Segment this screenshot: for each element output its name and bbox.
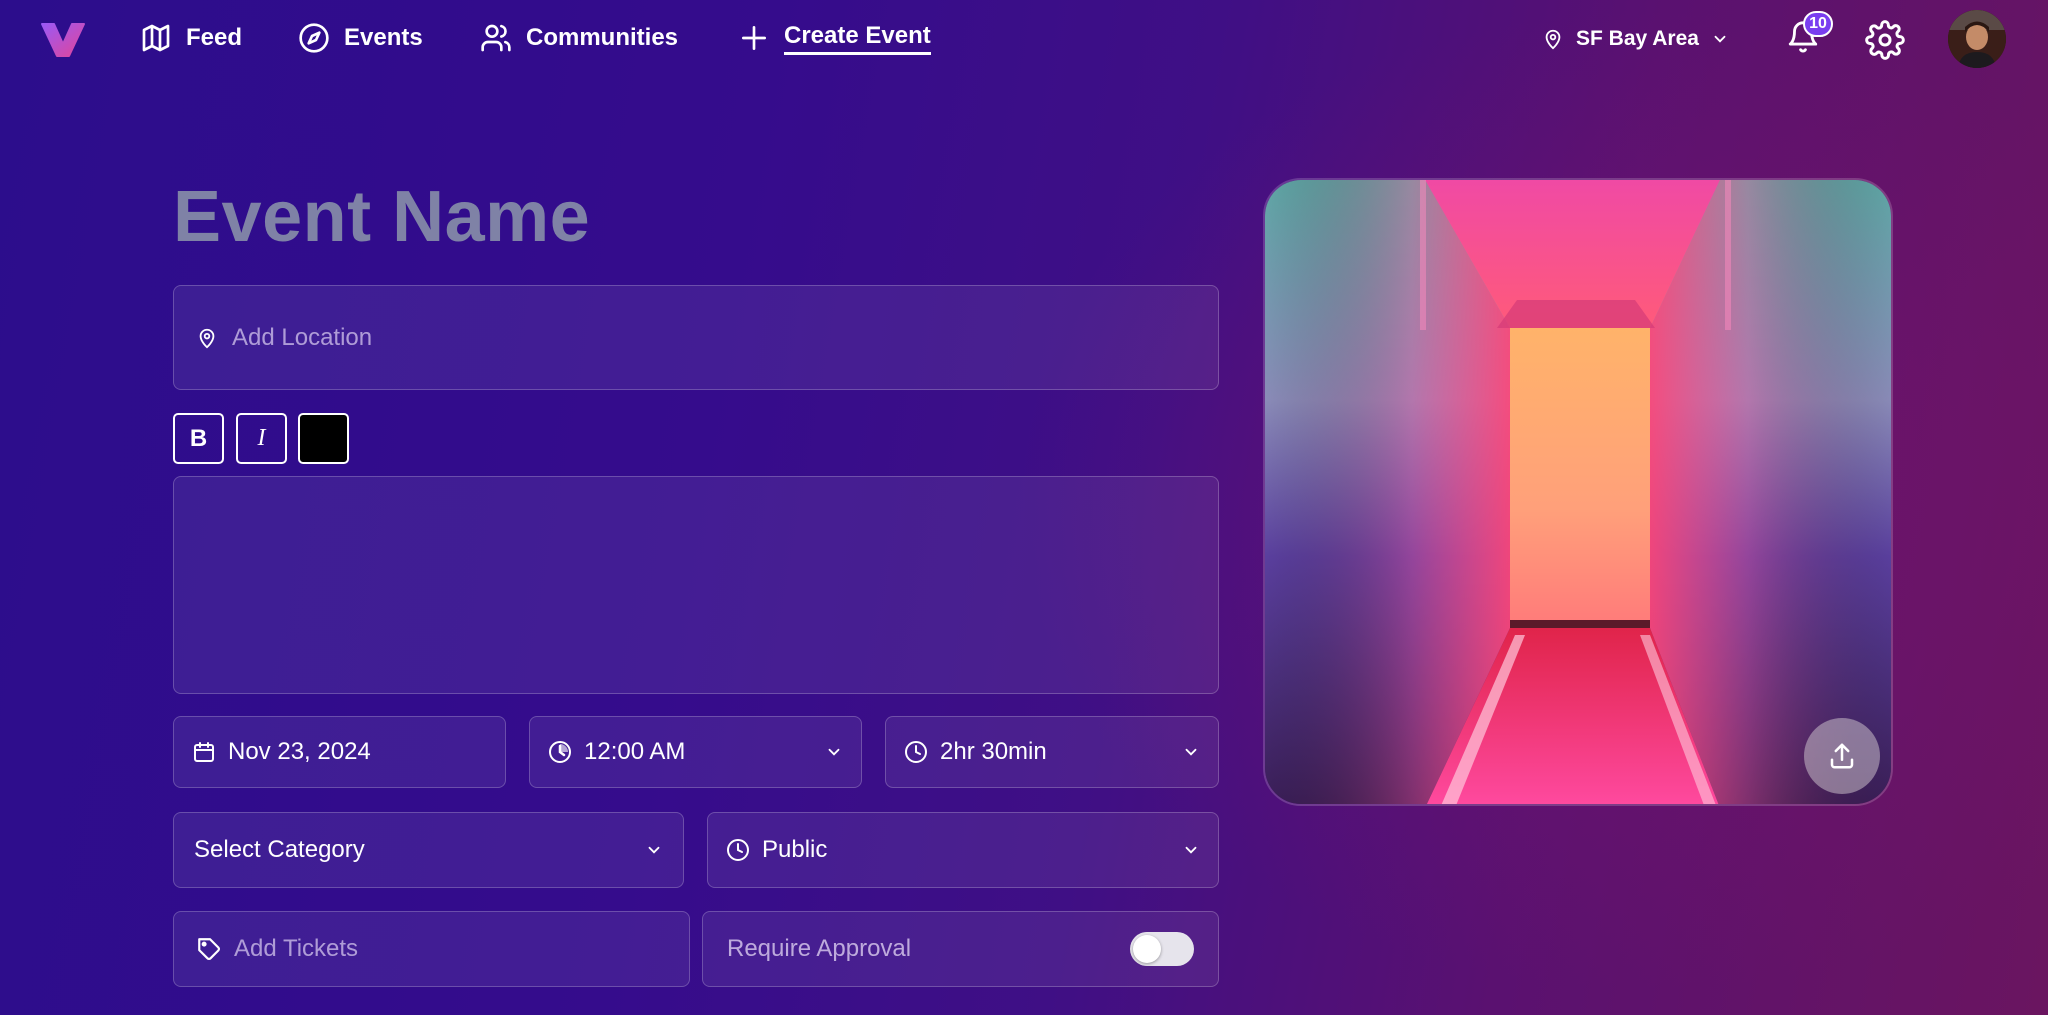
chevron-down-icon — [1185, 748, 1197, 756]
user-avatar[interactable] — [1948, 10, 2006, 68]
location-dropdown[interactable]: SF Bay Area — [1542, 24, 1729, 54]
app-logo[interactable] — [38, 20, 88, 60]
map-pin-icon — [199, 328, 215, 348]
notification-badge: 10 — [1803, 11, 1833, 37]
require-approval-toggle[interactable] — [1130, 932, 1194, 966]
nav-events-label: Events — [344, 24, 423, 51]
require-approval-label: Require Approval — [727, 935, 912, 962]
event-name-input[interactable]: Event Name — [173, 176, 590, 258]
start-time-select[interactable]: 12:00 AM — [529, 716, 862, 788]
chevron-down-icon — [1185, 846, 1197, 854]
location-input[interactable]: Add Location — [173, 285, 1219, 390]
nav-create-event-label: Create Event — [784, 22, 931, 55]
nav-feed[interactable]: Feed — [140, 20, 242, 56]
category-value: Select Category — [194, 836, 365, 863]
add-tickets-button[interactable]: Add Tickets — [173, 911, 690, 987]
compass-icon — [299, 23, 329, 53]
users-icon — [481, 24, 511, 52]
clock-icon — [905, 741, 927, 763]
clock-filled-icon — [549, 741, 571, 763]
gear-icon — [1865, 20, 1905, 60]
duration-select[interactable]: 2hr 30min — [885, 716, 1219, 788]
chevron-down-icon — [828, 748, 840, 756]
map-icon — [142, 24, 170, 52]
nav-create-event[interactable]: Create Event — [738, 20, 931, 56]
chevron-down-icon — [648, 846, 660, 854]
tag-icon — [198, 938, 220, 960]
clock-icon — [727, 839, 749, 861]
text-color-button[interactable] — [298, 413, 349, 464]
nav-communities-label: Communities — [526, 24, 679, 51]
visibility-select[interactable]: Public — [707, 812, 1219, 888]
add-tickets-label: Add Tickets — [234, 935, 359, 962]
nav-events[interactable]: Events — [298, 20, 423, 56]
duration-value: 2hr 30min — [940, 738, 1047, 765]
location-dropdown-label: SF Bay Area — [1576, 27, 1699, 50]
plus-icon — [742, 26, 766, 50]
bold-button[interactable]: B — [173, 413, 224, 464]
description-textarea[interactable] — [173, 476, 1219, 694]
map-pin-icon — [1545, 29, 1561, 50]
neon-hallway-image — [1265, 180, 1891, 804]
logo-icon — [41, 23, 85, 57]
start-time-value: 12:00 AM — [584, 738, 686, 765]
require-approval-row: Require Approval — [702, 911, 1219, 987]
visibility-value: Public — [762, 836, 828, 863]
event-cover-image[interactable] — [1263, 178, 1893, 806]
category-select[interactable]: Select Category — [173, 812, 684, 888]
upload-icon — [1830, 743, 1854, 769]
upload-image-button[interactable] — [1804, 718, 1880, 794]
avatar-image — [1948, 10, 2006, 68]
nav-feed-label: Feed — [186, 24, 243, 51]
calendar-icon — [194, 742, 214, 762]
date-picker[interactable]: Nov 23, 2024 — [173, 716, 506, 788]
toggle-knob — [1133, 935, 1161, 963]
chevron-down-icon — [1714, 35, 1726, 43]
top-nav: Feed Events Communities Create Event SF … — [0, 0, 2048, 76]
italic-button[interactable]: I — [236, 413, 287, 464]
location-placeholder: Add Location — [232, 323, 373, 351]
date-value: Nov 23, 2024 — [228, 738, 371, 765]
settings-button[interactable] — [1865, 20, 1905, 60]
nav-communities[interactable]: Communities — [480, 20, 678, 56]
